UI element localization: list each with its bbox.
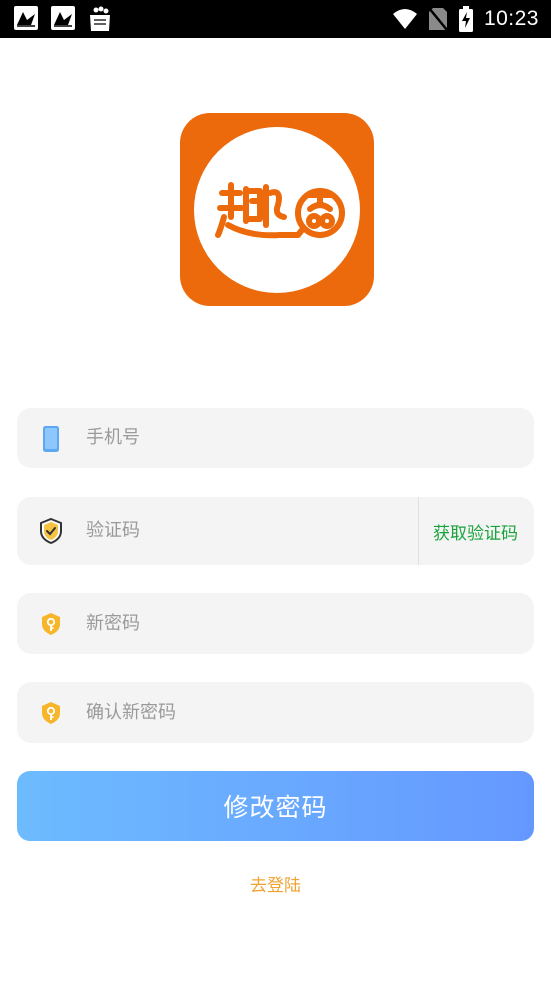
code-field: 获取验证码 [17, 497, 534, 565]
notification-icons [14, 6, 112, 32]
phone-input[interactable] [86, 422, 506, 452]
key-shield-icon [42, 613, 60, 635]
shopping-bag-icon [88, 6, 112, 32]
no-sim-icon [427, 7, 448, 31]
shield-check-icon [40, 517, 62, 545]
status-bar: 10:23 [0, 0, 551, 38]
code-divider [418, 497, 419, 565]
notification-bird-icon [51, 6, 75, 30]
app-logo [180, 113, 374, 306]
system-status: 10:23 [392, 4, 539, 34]
battery-charging-icon [458, 6, 473, 32]
new-password-input[interactable] [86, 608, 506, 638]
clock: 10:23 [483, 7, 539, 30]
confirm-password-input[interactable] [86, 697, 506, 727]
change-password-button[interactable]: 修改密码 [17, 771, 534, 841]
confirm-password-field [17, 682, 534, 743]
wifi-icon [392, 9, 417, 29]
logo-mark-icon [215, 182, 345, 239]
notification-bird-icon [14, 6, 38, 30]
new-password-field [17, 593, 534, 654]
get-code-button[interactable]: 获取验证码 [433, 519, 518, 544]
phone-icon [43, 426, 59, 452]
phone-field [17, 408, 534, 468]
code-input[interactable] [86, 515, 406, 545]
key-shield-icon [42, 702, 60, 724]
go-login-link[interactable]: 去登陆 [0, 871, 551, 896]
